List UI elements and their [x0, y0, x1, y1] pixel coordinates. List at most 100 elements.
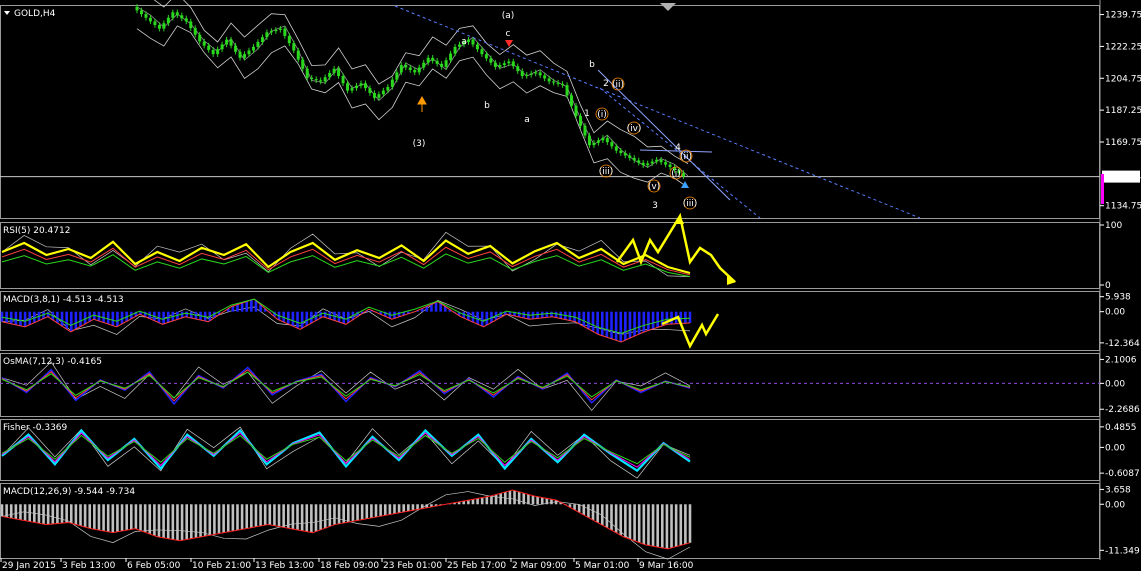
price-candle-body	[534, 72, 538, 74]
price-candle-body	[310, 77, 314, 80]
wave-label: 3	[652, 201, 658, 211]
x-tick-label: 10 Feb 21:00	[192, 561, 251, 571]
price-candle-body	[359, 83, 363, 86]
price-candle-body	[422, 62, 426, 68]
indicator-signal-line	[1, 489, 691, 550]
price-candle-body	[390, 79, 394, 87]
price-candle-body	[408, 67, 412, 70]
price-candle-body	[570, 95, 574, 106]
price-candle-body	[368, 88, 372, 93]
price-candle-body	[139, 10, 143, 15]
price-candle-body	[148, 17, 152, 22]
price-candle-body	[637, 160, 641, 163]
rsi-projection	[615, 212, 736, 283]
indicator-signal-line	[1, 298, 691, 343]
price-band-middle	[136, 6, 689, 177]
indicator-main-line	[1, 239, 691, 275]
indicator-title: MACD(3,8,1) -4.513 -4.513	[3, 295, 124, 305]
indicator-tick-label: 2.1006	[1105, 355, 1137, 365]
price-candle-body	[301, 59, 305, 69]
x-tick-label: 9 Mar 16:00	[639, 561, 694, 571]
price-candle-body	[180, 15, 184, 19]
wave-label: (iii)	[599, 167, 614, 177]
price-candle-body	[592, 142, 596, 146]
indicator-tick-label: 0.00	[1105, 379, 1125, 389]
wave-label: (a)	[502, 11, 515, 21]
price-candle-body	[561, 83, 565, 86]
price-candle-body	[332, 68, 336, 73]
wave-label: b	[589, 60, 595, 70]
price-candle-body	[247, 50, 251, 55]
price-candle-body	[193, 28, 197, 35]
price-candle-body	[493, 62, 497, 67]
x-tick-label: 25 Feb 17:00	[447, 561, 506, 571]
price-candle-body	[363, 83, 367, 89]
indicator-envelope	[1, 426, 691, 479]
price-tick-label: 1134.75	[1105, 202, 1141, 212]
price-candle-body	[605, 137, 609, 143]
price-candle-body	[211, 49, 215, 55]
price-candle-body	[498, 65, 502, 67]
price-candle-body	[502, 63, 506, 66]
indicator-tick-label: 100	[1105, 221, 1122, 231]
wave-label: a	[461, 37, 467, 47]
indicator-tick-label: 0.00	[1105, 443, 1125, 453]
indicator-envelope	[1, 299, 691, 335]
price-candle-body	[417, 67, 421, 73]
price-candle-body	[426, 57, 430, 63]
price-candle-body	[381, 90, 385, 95]
price-candle-body	[543, 75, 547, 79]
price-candle-body	[346, 83, 350, 91]
price-candle-body	[520, 71, 524, 76]
price-candle-body	[341, 76, 345, 84]
price-candle-body	[135, 6, 139, 11]
indicator-tick-label: 3.658	[1105, 485, 1131, 495]
price-candle-body	[319, 80, 323, 82]
x-tick-label: 5 Mar 01:00	[575, 561, 630, 571]
wave-label: c	[506, 29, 511, 39]
arrow-up-icon	[681, 181, 689, 188]
price-candle-body	[435, 60, 439, 64]
pane-frame-5	[0, 483, 1100, 559]
price-candle-body	[440, 63, 444, 67]
x-tick-label: 13 Feb 13:00	[255, 561, 314, 571]
price-candle-body	[574, 105, 578, 117]
price-candle-body	[578, 116, 582, 126]
price-candle-body	[556, 82, 560, 84]
wave-label: (ii)	[612, 80, 624, 90]
indicator-tick-label: 0.00	[1105, 500, 1125, 510]
indicator-title: Fisher -0.3369	[3, 423, 68, 433]
price-candle-body	[668, 164, 672, 168]
price-candle-body	[234, 45, 238, 52]
price-candle-body	[655, 159, 659, 162]
wave-label: (ii)	[680, 152, 692, 162]
price-candle-body	[144, 14, 148, 18]
price-candle-body	[614, 146, 618, 151]
wave-label: (iv)	[627, 124, 642, 134]
price-candle-body	[538, 72, 542, 76]
indicator-tick-label: -2.2686	[1105, 405, 1140, 415]
price-tick-label: 1239.75	[1105, 11, 1141, 21]
price-candle-body	[632, 157, 636, 161]
trading-chart[interactable]: 1239.75 1222.25 1204.75 1187.25 1169.75 1134.…	[0, 0, 1141, 571]
chart-menu-icon	[4, 11, 10, 15]
price-tick-label: 1204.75	[1105, 74, 1141, 84]
price-candle-body	[184, 18, 188, 22]
indicator-title: OsMA(7,12,3) -0.4165	[3, 357, 102, 367]
price-candle-body	[292, 43, 296, 51]
price-tick-label: 1169.75	[1105, 138, 1141, 148]
wave-label: 1	[584, 109, 590, 119]
indicator-signal-line	[1, 253, 691, 278]
arrow-up-icon	[417, 95, 427, 112]
price-candle-body	[596, 140, 600, 143]
indicator-tick-label: 0	[1105, 281, 1111, 291]
price-candle-body	[484, 54, 488, 59]
price-candle-body	[265, 32, 269, 38]
indicator-tick-label: -0.6087	[1105, 469, 1140, 479]
x-tick-label: 18 Feb 09:00	[320, 561, 379, 571]
price-candle-body	[305, 68, 309, 78]
price-candle-body	[386, 86, 390, 91]
price-tick-label: 1187.25	[1105, 106, 1141, 116]
price-candle-body	[399, 65, 403, 73]
price-candle-body	[153, 21, 157, 26]
